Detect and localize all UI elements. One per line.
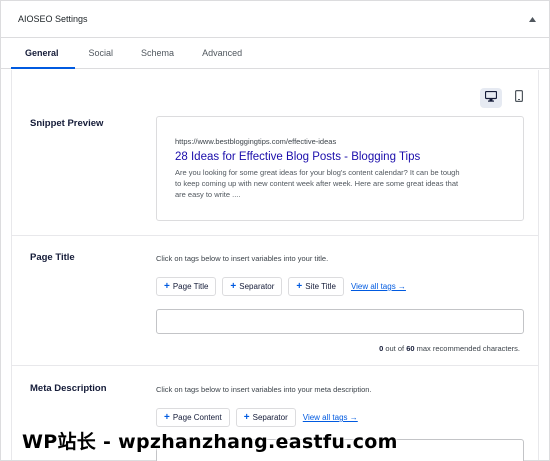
snippet-description-line: are easy to write ....	[175, 190, 241, 199]
general-tab-content: Snippet Preview https://www.bestblogging…	[11, 70, 539, 461]
tab-general[interactable]: General	[11, 38, 75, 69]
tag-label: Page Content	[172, 413, 222, 422]
panel-title: AIOSEO Settings	[18, 14, 88, 24]
tab-social[interactable]: Social	[75, 38, 128, 68]
tag-label: Site Title	[305, 282, 336, 291]
page-title-row: Page Title Click on tags below to insert…	[12, 236, 538, 366]
tag-site-title-button[interactable]: + Site Title	[288, 277, 344, 296]
char-count-suffix: max recommended characters.	[416, 344, 520, 353]
snippet-description: Are you looking for some great ideas for…	[175, 167, 505, 200]
snippet-description-line: Are you looking for some great ideas for…	[175, 168, 460, 177]
snippet-preview-label: Snippet Preview	[30, 118, 104, 129]
page-title-tags: + Page Title + Separator + Site Title View …	[156, 277, 406, 296]
plus-icon: +	[296, 281, 303, 292]
plus-icon: +	[164, 281, 170, 292]
snippet-url: https://www.bestbloggingtips.com/effecti…	[175, 137, 337, 146]
tab-schema[interactable]: Schema	[127, 38, 188, 68]
tag-page-title-button[interactable]: + Page Title	[156, 277, 217, 296]
snippet-preview-box: https://www.bestbloggingtips.com/effecti…	[156, 116, 524, 221]
tag-separator-button[interactable]: + Separator	[235, 408, 296, 427]
char-count-current: 0	[379, 344, 384, 353]
page-title-help-text: Click on tags below to insert variables …	[156, 254, 329, 263]
meta-description-help-text: Click on tags below to insert variables …	[156, 385, 372, 394]
snippet-title: 28 Ideas for Effective Blog Posts - Blog…	[175, 151, 421, 163]
watermark-text: WP站长 - wpzhanzhang.eastfu.com	[22, 427, 398, 454]
snippet-description-line: to keep coming up with new content week …	[175, 179, 459, 188]
caret-up-icon[interactable]	[527, 14, 537, 24]
plus-icon: +	[230, 281, 237, 292]
page-title-char-count: 0 out of 60 max recommended characters.	[379, 344, 520, 353]
tab-advanced[interactable]: Advanced	[188, 38, 256, 68]
page-title-input[interactable]	[156, 309, 524, 334]
char-count-out-of: out of	[385, 344, 405, 353]
page-title-label: Page Title	[30, 252, 75, 263]
settings-tabs: General Social Schema Advanced	[1, 38, 549, 69]
tag-label: Page Title	[172, 282, 209, 291]
tag-page-content-button[interactable]: + Page Content	[156, 408, 230, 427]
char-count-max: 60	[406, 344, 415, 353]
panel-header[interactable]: AIOSEO Settings	[1, 1, 549, 38]
tag-label: Separator	[252, 413, 288, 422]
tag-separator-button[interactable]: + Separator	[222, 277, 283, 296]
aioseo-settings-panel: AIOSEO Settings General Social Schema Ad…	[0, 0, 550, 461]
meta-description-tags: + Page Content + Separator View all tags →	[156, 408, 358, 427]
view-all-tags-link[interactable]: View all tags →	[351, 282, 406, 291]
plus-icon: +	[164, 412, 170, 423]
snippet-preview-row: Snippet Preview https://www.bestblogging…	[12, 70, 538, 236]
plus-icon: +	[243, 412, 250, 423]
watermark-label: WP站长 - wpzhanzhang.eastfu.com	[22, 431, 398, 453]
meta-description-label: Meta Description	[30, 383, 107, 394]
view-all-tags-link[interactable]: View all tags →	[303, 413, 358, 422]
tag-label: Separator	[239, 282, 275, 291]
